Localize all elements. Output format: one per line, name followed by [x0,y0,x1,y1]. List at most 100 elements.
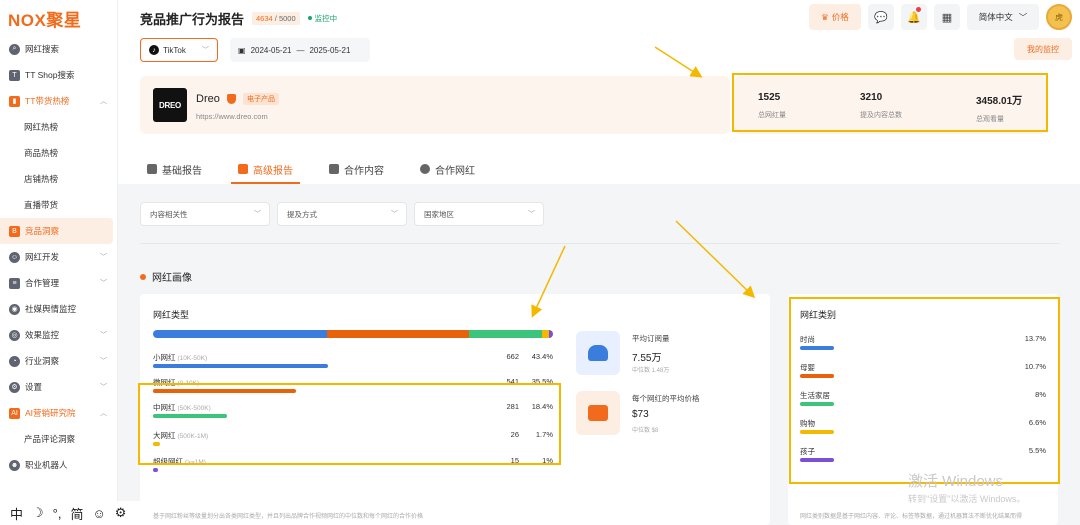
section-dot-icon [140,273,146,280]
search-icon: ⌕ [9,43,20,55]
sidebar-item-tt-hot-list[interactable]: ▮ TT带货热榜 ︿ [0,88,117,114]
top-actions: ♛ 价格 💬 🔔 ▦ 简体中文 ﹀ 虎 [809,4,1072,30]
app-logo[interactable]: NOX聚星 [0,0,117,36]
ime-moon-icon[interactable]: ☽ [32,505,44,521]
chart-icon: ▮ [9,95,20,107]
metric-avg-price: 每个网红的平均价格 $73 中位数 $8 [576,391,756,437]
calendar-icon: ▣ [238,45,246,55]
page-title: 竞品推广行为报告 [140,11,245,27]
influencer-type-bar [153,468,158,472]
brand-url[interactable]: https://www.dreo.com [196,112,268,121]
sidebar-item-tt-shop-search[interactable]: T TT Shop搜索 [0,62,117,88]
sidebar-item-robot[interactable]: ☻ 职业机器人 [0,452,117,478]
insight-icon: B [9,225,20,237]
sidebar-item-product-hot[interactable]: 商品热榜 [0,140,117,166]
sidebar-item-competitor-insight[interactable]: B 竞品洞察 [0,218,113,244]
sidebar: NOX聚星 ⌕ 网红搜索 T TT Shop搜索 ▮ TT带货热榜 ︿ 网红热榜 商品热… [0,0,118,525]
chat-button[interactable]: 💬 [868,4,894,30]
notification-button[interactable]: 🔔 [901,4,927,30]
sidebar-item-review-insight[interactable]: 产品评论洞察 [0,426,117,452]
sidebar-item-influencer-search[interactable]: ⌕ 网红搜索 [0,36,117,62]
ime-mode-icon[interactable]: 中 [10,504,23,523]
chevron-down-icon: ﹀ [254,211,261,218]
sidebar-item-live-commerce[interactable]: 直播带货 [0,192,117,218]
panel-title: 网红类型 [153,310,190,320]
chevron-up-icon: ︿ [100,98,107,105]
video-icon [329,164,339,174]
grid-icon: ▦ [941,11,953,24]
metric-avg-subscribers: 平均订阅量 7.55万 中位数 1.48万 [576,331,756,377]
sidebar-item-shop-hot[interactable]: 店铺热榜 [0,166,117,192]
stacked-bar-segment [326,330,469,338]
ime-simplified-icon[interactable]: 简 [70,504,83,523]
sidebar-item-settings[interactable]: ⚙ 设置 ﹀ [0,374,117,400]
report-header: ♪ TikTok ﹀ ▣ 2024-05-21—2025-05-21 我的监控 DRE… [118,36,1080,184]
influencer-category-row: 母婴 10.7% [800,362,1046,388]
chevron-down-icon: ﹀ [202,47,209,54]
influencer-type-row: 中网红 (50K-500K) 281 18.4% [153,402,553,432]
language-select[interactable]: 简体中文 ﹀ [967,4,1039,30]
tab-cooperation-influencers[interactable]: 合作网红 [413,154,482,184]
chevron-down-icon: ﹀ [100,254,107,261]
chevron-up-icon: ︿ [100,410,107,417]
sidebar-item-social-monitor[interactable]: ◉ 社媒舆情监控 [0,296,117,322]
tab-cooperation-content[interactable]: 合作内容 [322,154,391,184]
influencer-type-panel: 网红类型 小网红 (10K-50K) 662 43.4% 微网红 (0-10K) 541 35… [138,294,770,525]
doc-icon: ≡ [9,277,20,289]
influencer-category-row: 孩子 5.5% [800,446,1046,472]
main-content: ♪ TikTok ﹀ ▣ 2024-05-21—2025-05-21 我的监控 DRE… [118,36,1080,525]
sidebar-item-cooperation[interactable]: ≡ 合作管理 ﹀ [0,270,117,296]
sidebar-item-influencer-hot[interactable]: 网红热榜 [0,114,117,140]
industry-icon: ◔ [9,355,20,367]
robot-icon: ☻ [9,459,20,471]
date-range-picker[interactable]: ▣ 2024-05-21—2025-05-21 [230,38,370,62]
crown-icon: ♛ [821,11,829,22]
influencer-category-bar [800,458,834,462]
ime-emoji-icon[interactable]: ☺ [93,506,106,521]
stacked-bar-segment [153,330,327,338]
chevron-down-icon: ﹀ [100,384,107,391]
influencer-type-bar [153,414,227,418]
brand-category-tag: 电子产品 [243,93,279,105]
money-icon [576,391,620,435]
influencer-type-footnote: 基于网红粉丝等级量划分出各类网红类型，并且列出品牌合作视频网红的中位数和每个网红… [153,514,424,520]
sidebar-item-ai-institute[interactable]: AI AI营销研究院 ︿ [0,400,117,426]
user-icon [420,164,430,174]
stats-card: 1525 总网红量 3210 提及内容总数 3458.01万 总观看量 [734,76,1046,134]
tab-basic-report[interactable]: 基础报告 [140,154,209,184]
influencer-category-row: 时尚 13.7% [800,334,1046,360]
country-select[interactable]: 国家地区 ﹀ [414,202,544,226]
sidebar-item-influencer-dev[interactable]: ☺ 网红开发 ﹀ [0,244,117,270]
chevron-down-icon: ﹀ [100,280,107,287]
mention-type-select[interactable]: 提及方式 ﹀ [277,202,407,226]
chevron-down-icon: ﹀ [1018,12,1028,22]
target-icon: ◎ [9,329,20,341]
influencer-category-bar [800,374,834,378]
sidebar-item-effect-monitor[interactable]: ◎ 效果监控 ﹀ [0,322,117,348]
brand-card: DREO Dreo 电子产品 https://www.dreo.com [140,76,730,134]
sidebar-item-industry-insight[interactable]: ◔ 行业洞察 ﹀ [0,348,117,374]
influencer-category-footnote: 网红类别数据是基于网红内容、评论、标签等数据，通过机器算法不断优化结果而得 [800,514,1023,520]
content-relevance-select[interactable]: 内容相关性 ﹀ [140,202,270,226]
chevron-down-icon: ﹀ [100,358,107,365]
apps-button[interactable]: ▦ [934,4,960,30]
my-monitor-button[interactable]: 我的监控 [1014,38,1072,60]
influencer-type-bar [153,364,328,368]
stacked-bar-segment [542,330,549,338]
influencer-category-bar [800,430,834,434]
shop-icon: T [9,69,20,81]
stat-total-mentions: 3210 提及内容总数 [860,92,902,119]
influencer-category-row: 购物 6.6% [800,418,1046,444]
price-button[interactable]: ♛ 价格 [809,4,861,30]
avatar[interactable]: 虎 [1046,4,1072,30]
chevron-down-icon: ﹀ [100,332,107,339]
tab-advanced-report[interactable]: 高级报告 [231,154,300,184]
ime-punct-icon[interactable]: °, [53,506,62,521]
gear-icon: ⚙ [9,381,20,393]
monitor-status: 监控中 [307,13,337,24]
stat-total-views: 3458.01万 总观看量 [976,96,1023,123]
ime-settings-icon[interactable]: ⚙ [115,505,127,521]
platform-select[interactable]: ♪ TikTok ﹀ [140,38,218,62]
chevron-down-icon: ﹀ [528,211,535,218]
quota-badge: 4634 / 5000 [252,11,300,25]
